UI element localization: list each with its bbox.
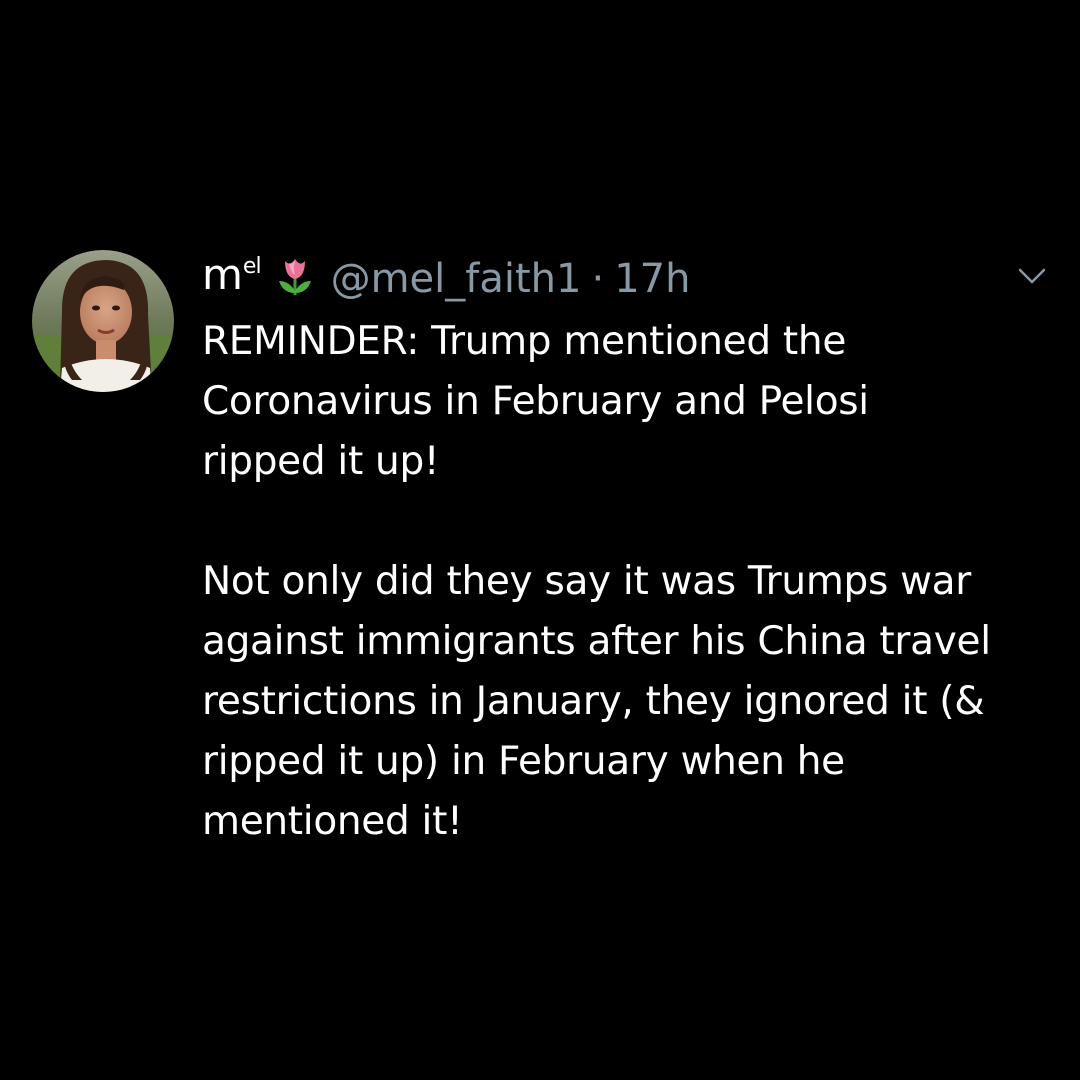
header-separator: · [591,256,605,302]
user-handle[interactable]: @mel_faith1 [331,259,582,299]
display-name-superscript: el [242,254,262,279]
tweet-body: mel @mel_faith1 · 17h REMINDER: Trump me… [202,248,1062,852]
avatar[interactable] [32,250,174,392]
tweet-timestamp[interactable]: 17h [614,259,690,299]
display-name[interactable]: mel [202,254,262,296]
tweet-paragraph: REMINDER: Trump mentioned the Coronaviru… [202,319,869,484]
tweet: mel @mel_faith1 · 17h REMINDER: Trump me… [0,0,1080,1080]
tweet-paragraph: Not only did they say it was Trumps war … [202,559,991,844]
chevron-down-icon[interactable] [1017,266,1047,286]
tweet-header: mel @mel_faith1 · 17h [202,248,1062,310]
tweet-text: REMINDER: Trump mentioned the Coronaviru… [202,312,1062,852]
tulip-emoji-icon [278,259,311,295]
